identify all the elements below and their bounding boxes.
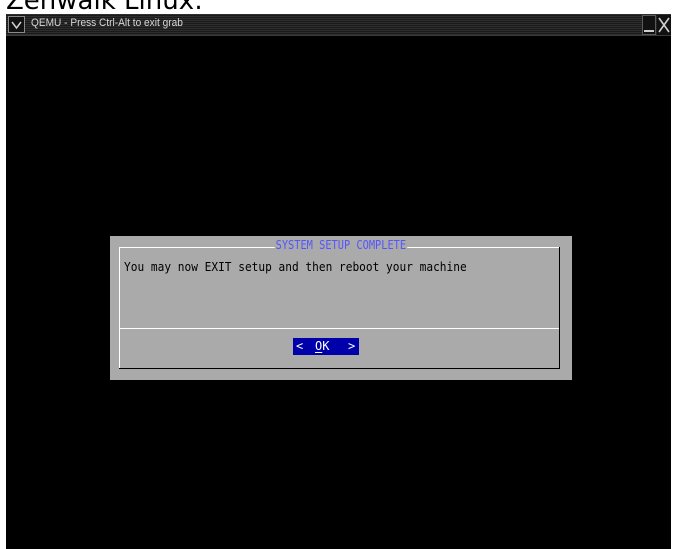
dialog-separator bbox=[120, 328, 559, 329]
ok-right-bracket: > bbox=[348, 339, 356, 353]
qemu-window: QEMU - Press Ctrl-Alt to exit grab SYSTE… bbox=[6, 14, 671, 549]
minimize-button[interactable] bbox=[642, 15, 656, 35]
vm-screen[interactable]: SYSTEM SETUP COMPLETE You may now EXIT s… bbox=[6, 36, 671, 549]
ok-label: OK bbox=[315, 338, 329, 355]
dialog-frame-left bbox=[119, 247, 120, 368]
ok-label-rest: K bbox=[322, 339, 330, 353]
window-title: QEMU - Press Ctrl-Alt to exit grab bbox=[31, 17, 183, 29]
dialog-frame-right bbox=[559, 247, 560, 368]
close-button[interactable] bbox=[657, 15, 671, 35]
setup-complete-dialog: SYSTEM SETUP COMPLETE You may now EXIT s… bbox=[110, 236, 572, 380]
window-menu-button[interactable] bbox=[8, 16, 25, 33]
ok-hotkey: O bbox=[315, 339, 323, 353]
dialog-message: You may now EXIT setup and then reboot y… bbox=[124, 260, 467, 274]
close-icon bbox=[658, 17, 670, 33]
dialog-frame-bottom bbox=[119, 368, 560, 369]
dialog-title: SYSTEM SETUP COMPLETE bbox=[274, 238, 408, 252]
dialog-title-wrap: SYSTEM SETUP COMPLETE bbox=[110, 238, 572, 252]
minimize-icon bbox=[644, 30, 654, 32]
ok-left-bracket: < bbox=[296, 339, 304, 353]
chevron-down-icon bbox=[11, 21, 22, 30]
window-titlebar: QEMU - Press Ctrl-Alt to exit grab bbox=[6, 14, 671, 36]
ok-button[interactable]: < OK > bbox=[293, 338, 359, 355]
